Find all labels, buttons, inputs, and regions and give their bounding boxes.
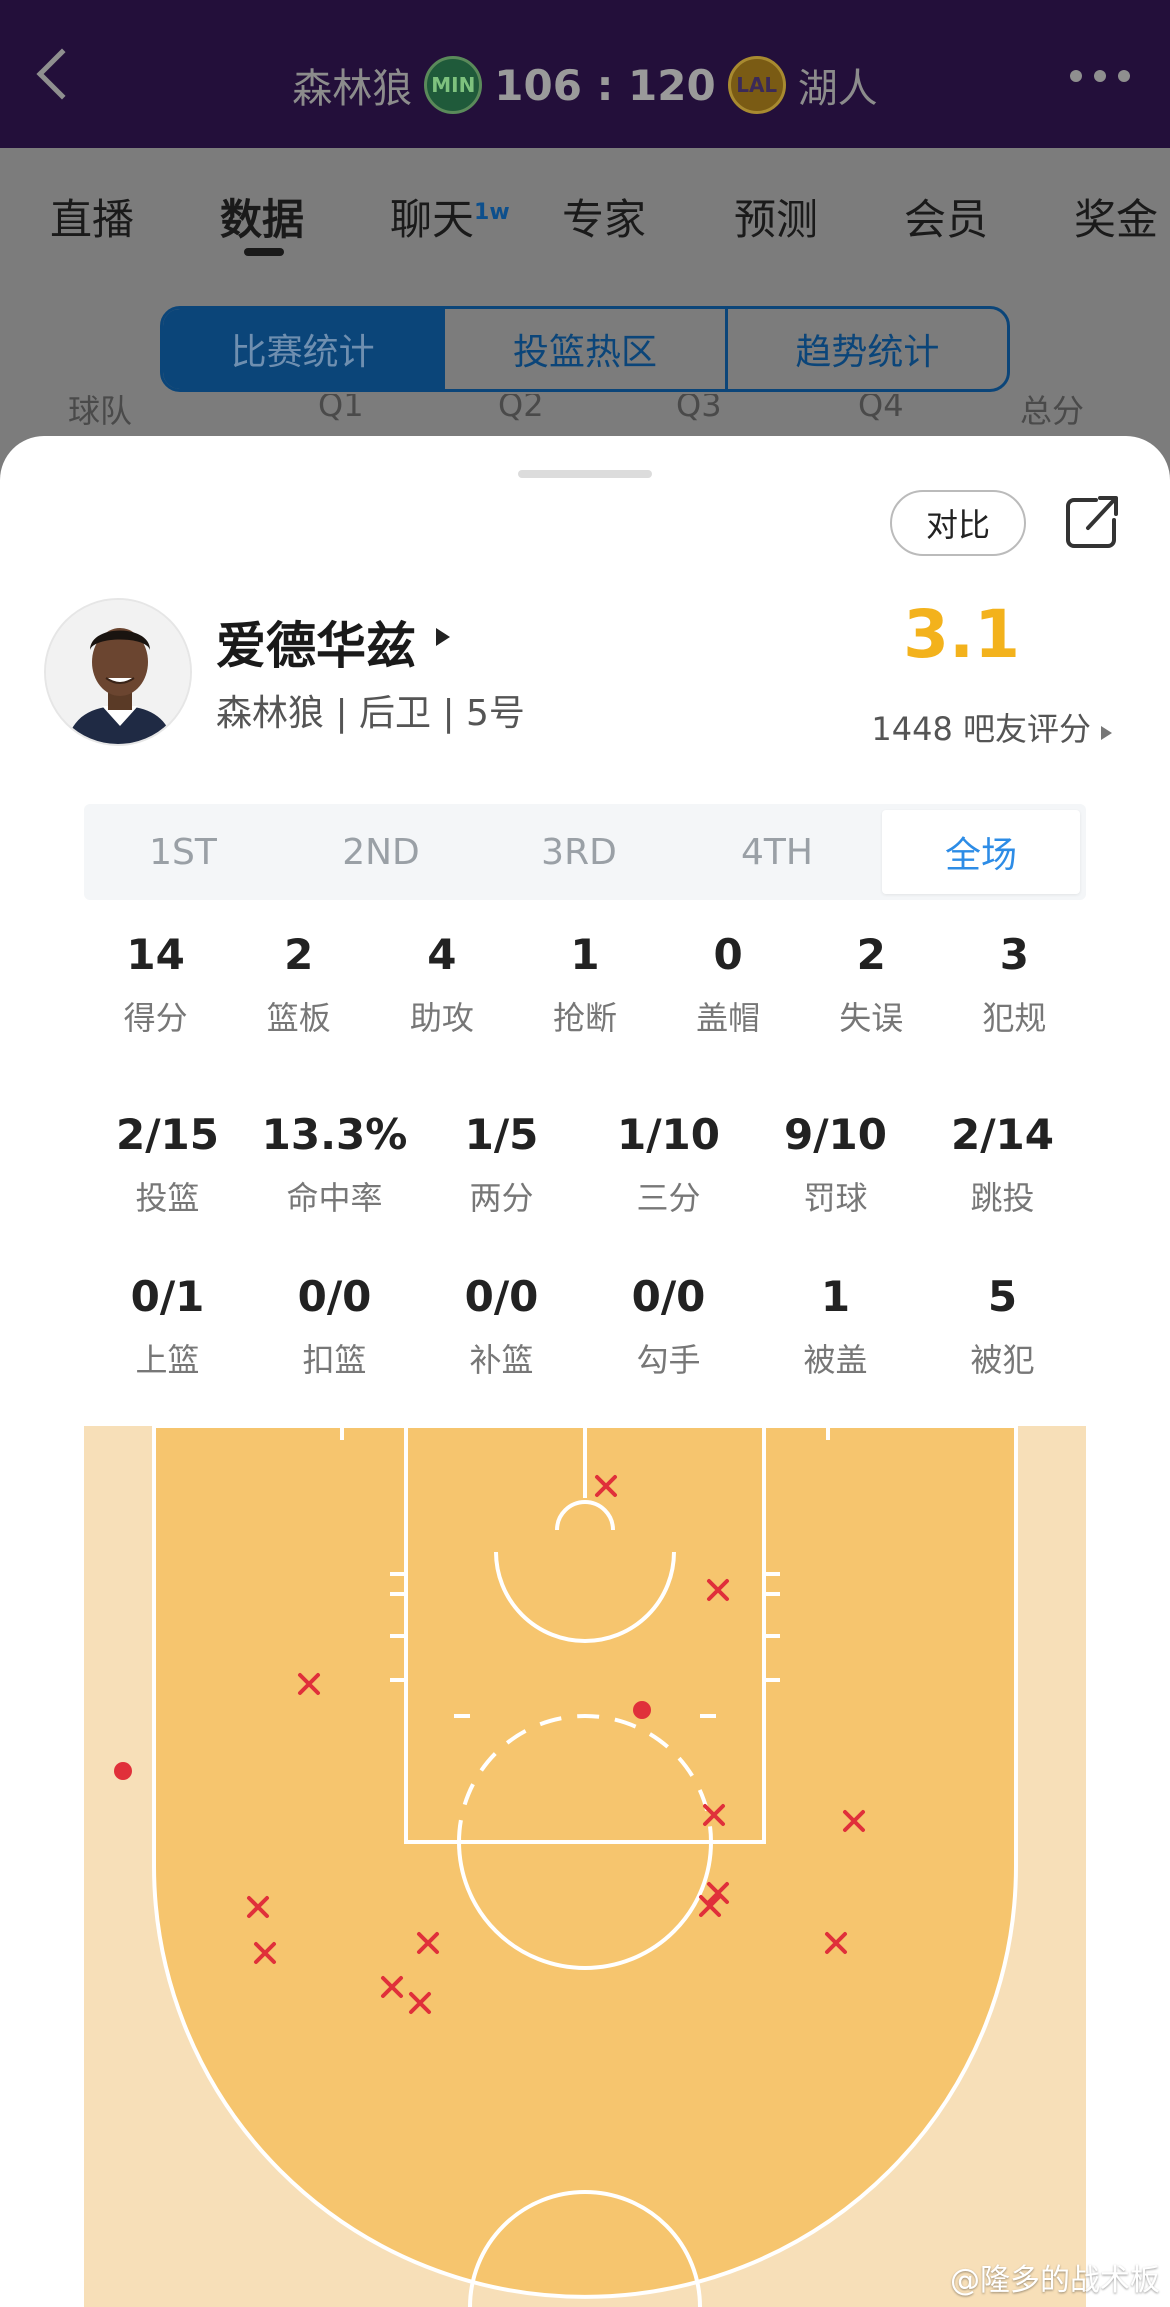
- stat-fg-pct: 13.3% 命中率: [261, 1110, 408, 1217]
- home-team-name: 森林狼: [292, 66, 413, 112]
- stat-putback: 0/0 补篮: [464, 1272, 539, 1379]
- player-stats-sheet: 对比 爱德华兹 森林狼 | 后卫 | 5号 3.1 1448 吧友评分 1ST …: [0, 436, 1170, 2307]
- sheet-drag-handle[interactable]: [518, 470, 652, 478]
- peek-header-team: 球队: [68, 394, 133, 430]
- shot-type-stats-row: 0/1 上篮 0/0 扣篮 0/0 补篮 0/0 勾手 1 被盖 5 被犯: [84, 1272, 1086, 1381]
- stat-ft: 9/10 罚球: [783, 1110, 887, 1217]
- quarter-tab-4th[interactable]: 4TH: [678, 804, 876, 900]
- peek-header-q1: Q1: [318, 394, 364, 424]
- segment-trend-stats[interactable]: 趋势统计: [728, 309, 1007, 389]
- tab-chat[interactable]: 聊天1w: [390, 186, 510, 247]
- stats-segment-control: 比赛统计 投篮热区 趋势统计: [160, 306, 1010, 392]
- tab-member[interactable]: 会员: [904, 186, 988, 247]
- player-meta: 森林狼 | 后卫 | 5号: [216, 693, 525, 734]
- stat-fouled: 5 被犯: [970, 1272, 1035, 1379]
- peek-header-q4: Q4: [858, 394, 904, 424]
- stat-jumpshot: 2/14 跳投: [950, 1110, 1054, 1217]
- stat-fg: 2/15 投篮: [115, 1110, 219, 1217]
- stat-steals: 1 抢断: [552, 930, 617, 1037]
- peek-header-total: 总分: [1020, 394, 1085, 430]
- stat-blocks: 0 盖帽: [696, 930, 761, 1037]
- stat-rebounds: 2 篮板: [266, 930, 331, 1037]
- active-tab-indicator: [244, 248, 284, 256]
- quarter-tab-2nd[interactable]: 2ND: [282, 804, 480, 900]
- stat-blocked: 1 被盖: [803, 1272, 868, 1379]
- three-point-area: [152, 1426, 1018, 2299]
- quarter-tab-3rd[interactable]: 3RD: [480, 804, 678, 900]
- scoreboard: 森林狼 MIN 106 : 120 LAL 湖人: [0, 56, 1170, 114]
- peek-header-q3: Q3: [676, 394, 722, 424]
- stat-layup: 0/1 上篮: [130, 1272, 205, 1379]
- stat-3pt: 1/10 三分: [616, 1110, 720, 1217]
- compare-button[interactable]: 对比: [890, 490, 1026, 556]
- shooting-stats-row: 2/15 投篮 13.3% 命中率 1/5 两分 1/10 三分 9/10 罚球 2/14…: [84, 1110, 1086, 1219]
- stat-assists: 4 助攻: [409, 930, 474, 1037]
- shot-make-marker: [633, 1701, 651, 1719]
- player-detail-arrow-icon[interactable]: [436, 628, 450, 646]
- quarter-tab-1st[interactable]: 1ST: [84, 804, 282, 900]
- top-bar: 森林狼 MIN 106 : 120 LAL 湖人: [0, 0, 1170, 148]
- stat-fouls: 3 犯规: [982, 930, 1047, 1037]
- watermark: @隆多的战术板: [950, 2263, 1160, 2298]
- more-options-icon[interactable]: [1070, 70, 1130, 82]
- segment-game-stats[interactable]: 比赛统计: [163, 309, 446, 389]
- tab-live[interactable]: 直播: [50, 186, 134, 247]
- player-rating: 3.1: [903, 596, 1020, 673]
- segment-shot-zones[interactable]: 投篮热区: [445, 309, 728, 389]
- main-tabs: 直播 数据 聊天1w 专家 预测 会员 奖金: [0, 148, 1170, 266]
- shot-make-marker: [114, 1762, 132, 1780]
- player-name[interactable]: 爱德华兹: [216, 606, 416, 678]
- home-team-logo: MIN: [424, 56, 483, 114]
- basic-stats-row: 14 得分 2 篮板 4 助攻 1 抢断 0 盖帽 2 失误 3 犯规: [84, 930, 1086, 1039]
- tab-chat-label: 聊天: [390, 195, 475, 244]
- rating-count-link[interactable]: 1448 吧友评分: [871, 704, 1112, 750]
- share-icon[interactable]: [1062, 492, 1122, 552]
- stat-2pt: 1/5 两分: [464, 1110, 539, 1217]
- quarter-tab-full-game[interactable]: 全场: [882, 810, 1080, 894]
- peek-header-q2: Q2: [498, 394, 544, 424]
- tab-experts[interactable]: 专家: [562, 186, 646, 247]
- player-avatar: [44, 598, 192, 746]
- tab-data[interactable]: 数据: [220, 186, 304, 247]
- stat-dunk: 0/0 扣篮: [297, 1272, 372, 1379]
- stat-hook: 0/0 勾手: [631, 1272, 706, 1379]
- stat-points: 14 得分: [123, 930, 188, 1037]
- quarter-selector: 1ST 2ND 3RD 4TH 全场: [84, 804, 1086, 900]
- chat-count-badge: 1w: [474, 200, 510, 225]
- stat-turnovers: 2 失误: [839, 930, 904, 1037]
- tab-predict[interactable]: 预测: [734, 186, 818, 247]
- quarter-header-peek: 球队 Q1 Q2 Q3 Q4 总分: [0, 394, 1170, 434]
- away-team-logo: LAL: [727, 56, 786, 114]
- game-score: 106 : 120: [494, 60, 716, 110]
- away-team-name: 湖人: [797, 66, 878, 112]
- tab-bonus[interactable]: 奖金: [1074, 186, 1158, 247]
- shot-chart-court: [84, 1426, 1086, 2307]
